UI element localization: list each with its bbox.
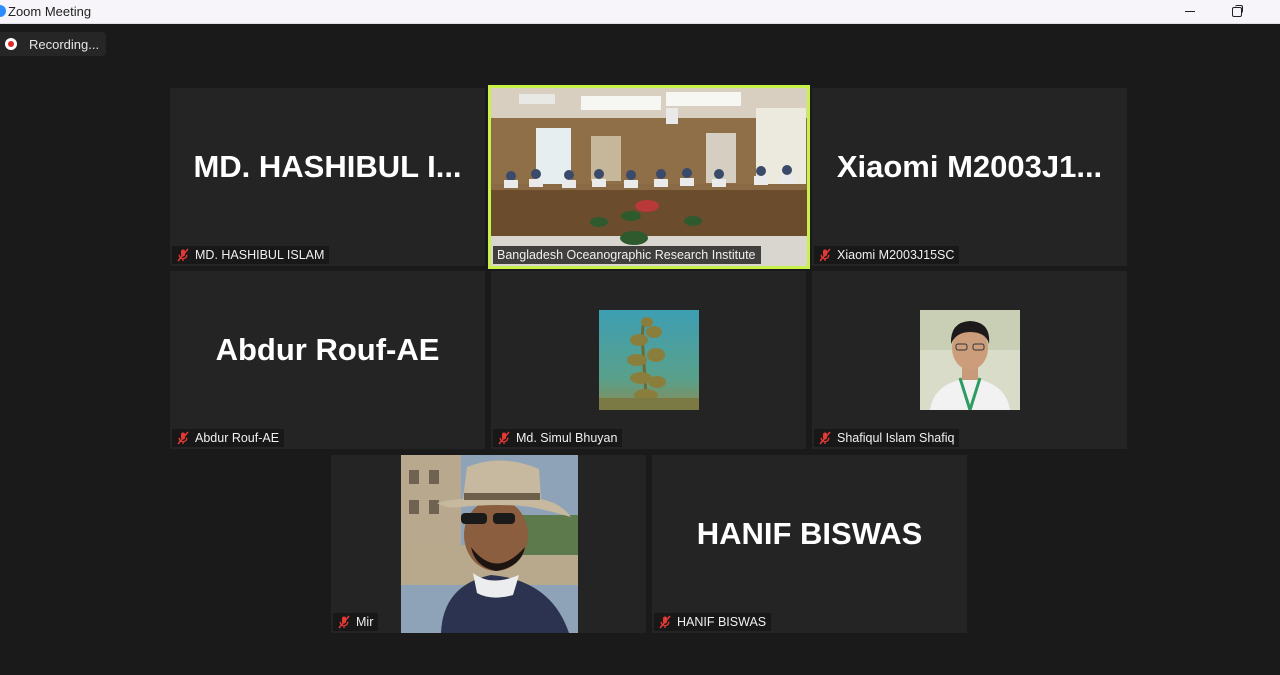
minimize-icon xyxy=(1185,11,1195,12)
participant-name: MD. HASHIBUL ISLAM xyxy=(195,248,325,262)
participant-name: Md. Simul Bhuyan xyxy=(516,431,618,445)
muted-mic-icon xyxy=(338,615,350,629)
restore-icon xyxy=(1232,4,1243,17)
participant-name-tag: Abdur Rouf-AE xyxy=(172,429,285,447)
restore-button[interactable] xyxy=(1214,0,1260,23)
record-icon xyxy=(5,38,17,50)
window-title: Zoom Meeting xyxy=(8,4,92,19)
participant-name-tag: Xiaomi M2003J15SC xyxy=(814,246,960,264)
recording-label: Recording... xyxy=(29,36,100,52)
participant-tile[interactable]: Shafiqul Islam Shafiq xyxy=(812,271,1127,449)
participant-name: Bangladesh Oceanographic Research Instit… xyxy=(497,248,756,262)
participant-display-name: Abdur Rouf-AE xyxy=(215,332,440,367)
participant-tile[interactable]: Md. Simul Bhuyan xyxy=(491,271,806,449)
participant-tile[interactable]: Abdur Rouf-AE Abdur Rouf-AE xyxy=(170,271,485,449)
participant-name-tag: Mir xyxy=(333,613,379,631)
participant-name-tag: Md. Simul Bhuyan xyxy=(493,429,623,447)
participant-display-name: Xiaomi M2003J1... xyxy=(836,149,1103,184)
profile-photo xyxy=(920,310,1020,410)
title-bar: Zoom Meeting xyxy=(0,0,1280,24)
participant-name: HANIF BISWAS xyxy=(677,615,767,629)
participant-name: Mir xyxy=(356,615,374,629)
participant-name-tag: HANIF BISWAS xyxy=(654,613,772,631)
participant-tile[interactable]: HANIF BISWAS HANIF BISWAS xyxy=(652,455,967,633)
participant-tile[interactable]: Xiaomi M2003J1... Xiaomi M2003J15SC xyxy=(812,88,1127,266)
participant-name-tag: MD. HASHIBUL ISLAM xyxy=(172,246,330,264)
participant-name-tag: Bangladesh Oceanographic Research Instit… xyxy=(493,246,761,264)
participant-name: Abdur Rouf-AE xyxy=(195,431,280,445)
muted-mic-icon xyxy=(659,615,671,629)
participant-name-tag: Shafiqul Islam Shafiq xyxy=(814,429,960,447)
participant-tile[interactable]: Mir xyxy=(331,455,646,633)
profile-photo-hat-sunglasses xyxy=(401,455,578,633)
participant-display-name: HANIF BISWAS xyxy=(696,516,923,551)
muted-mic-icon xyxy=(819,431,831,445)
participant-name: Shafiqul Islam Shafiq xyxy=(837,431,955,445)
participant-tile-active-speaker[interactable]: Bangladesh Oceanographic Research Instit… xyxy=(488,85,810,269)
conference-room-video xyxy=(491,88,807,266)
zoom-app-icon xyxy=(0,5,6,17)
participant-tile[interactable]: MD. HASHIBUL I... MD. HASHIBUL ISLAM xyxy=(170,88,485,266)
muted-mic-icon xyxy=(498,431,510,445)
participant-display-name: MD. HASHIBUL I... xyxy=(193,149,462,184)
muted-mic-icon xyxy=(177,248,189,262)
participant-name: Xiaomi M2003J15SC xyxy=(837,248,955,262)
muted-mic-icon xyxy=(819,248,831,262)
recording-indicator[interactable]: Recording... xyxy=(0,32,106,56)
muted-mic-icon xyxy=(177,431,189,445)
minimize-button[interactable] xyxy=(1167,0,1213,23)
seaweed-underwater-photo xyxy=(599,310,699,410)
